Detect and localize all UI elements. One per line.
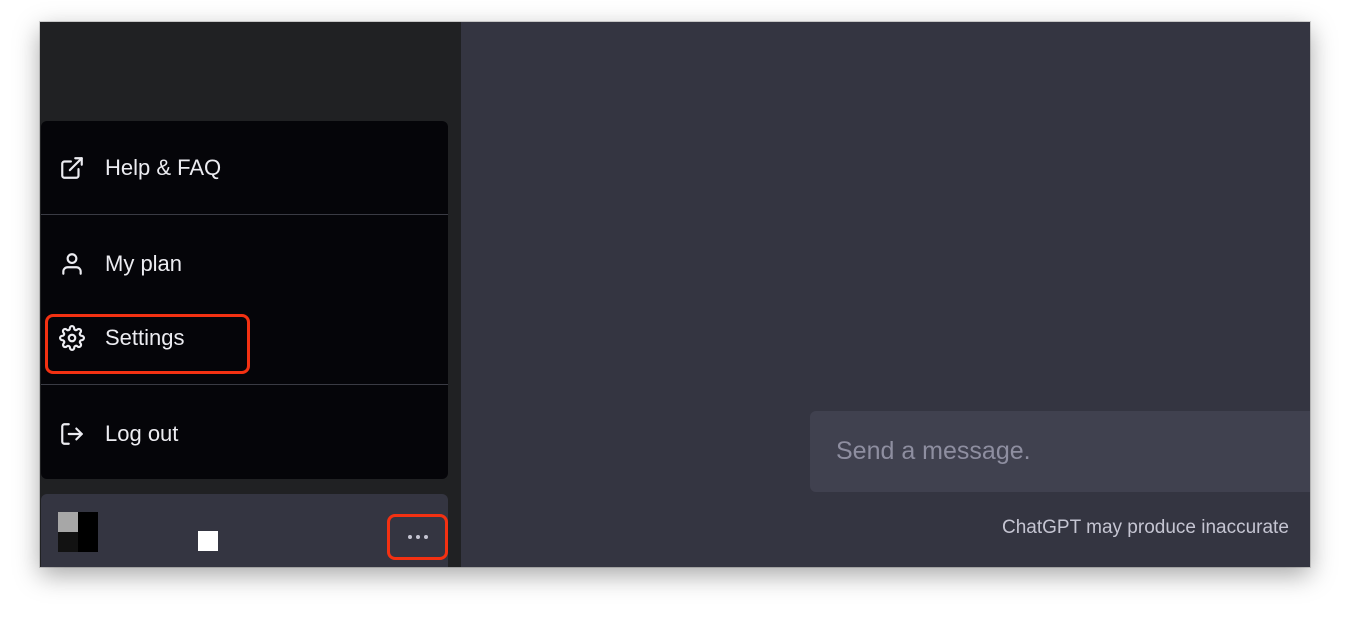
message-input[interactable]: [810, 411, 1310, 492]
menu-item-label: Log out: [105, 421, 179, 446]
menu-item-label: Settings: [105, 325, 185, 350]
app-window: Help & FAQ My plan Settings Log out Send…: [40, 22, 1310, 567]
menu-divider: [41, 214, 448, 215]
external-link-icon: [58, 154, 86, 182]
menu-item-settings[interactable]: Settings: [41, 310, 448, 366]
menu-item-help-faq[interactable]: Help & FAQ: [41, 140, 448, 196]
logout-icon: [58, 420, 86, 448]
sidebar: Help & FAQ My plan Settings Log out: [40, 22, 461, 567]
menu-item-my-plan[interactable]: My plan: [41, 236, 448, 292]
menu-divider: [41, 384, 448, 385]
account-menu: Help & FAQ My plan Settings Log out: [41, 121, 448, 479]
more-options-button[interactable]: [387, 514, 448, 560]
avatar: [58, 512, 98, 552]
disclaimer-text: ChatGPT may produce inaccurate: [1002, 517, 1289, 538]
menu-item-label: My plan: [105, 251, 183, 276]
menu-item-label: Help & FAQ: [105, 155, 222, 180]
gear-icon: [58, 324, 86, 352]
user-name-placeholder: [198, 531, 218, 551]
message-composer: [810, 411, 1310, 492]
more-dots-icon: [407, 535, 428, 539]
user-icon: [58, 250, 86, 278]
profile-row[interactable]: [41, 494, 448, 567]
menu-item-log-out[interactable]: Log out: [41, 406, 448, 462]
